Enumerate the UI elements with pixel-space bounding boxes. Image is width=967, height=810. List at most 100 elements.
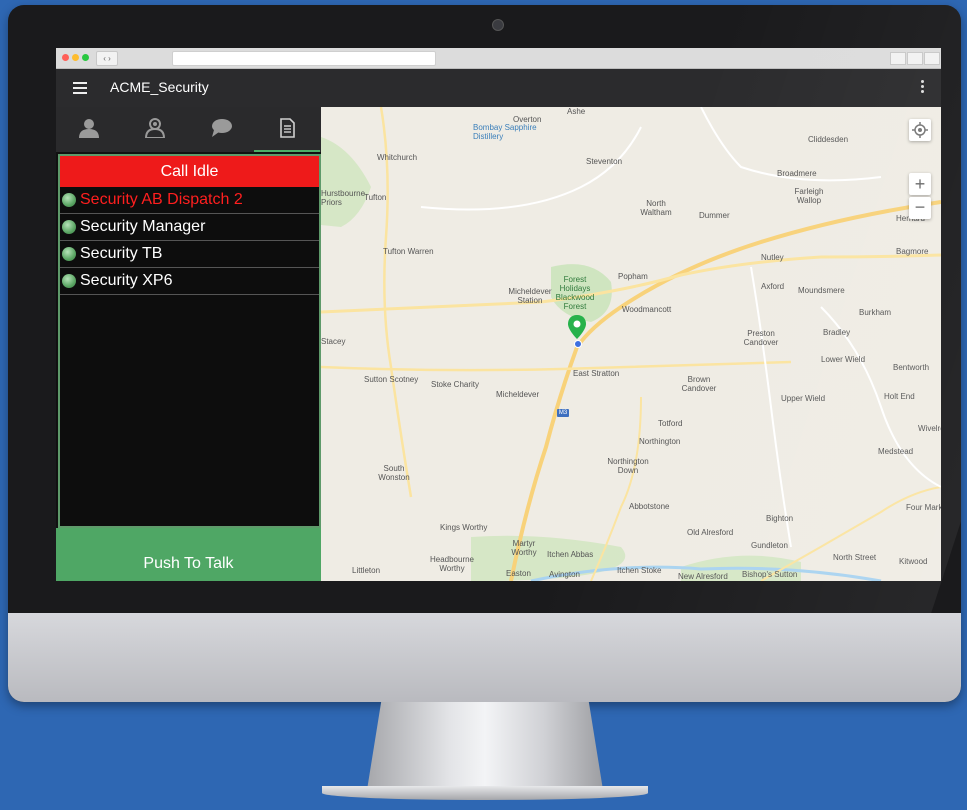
map-place-label: Micheldever Station [508,287,552,305]
map-place-label: Northington Down [607,457,649,475]
contact-name: Security Manager [80,218,206,235]
contact-item[interactable]: Security XP6 [60,268,319,295]
tab-messages[interactable] [188,107,254,150]
map-place-label: Dummer [699,211,730,220]
map-place-label: Sutton Scotney [364,375,419,384]
map-place-label: South Wonston [378,464,410,482]
contact-item[interactable]: Security AB Dispatch 2 [60,187,319,214]
tab-contacts[interactable] [56,107,122,150]
contact-name: Security XP6 [80,272,173,289]
status-led-icon [62,247,76,261]
map-place-label: Steventon [586,157,623,166]
tabs-icon[interactable] [907,52,923,65]
map-place-label: Bagmore [896,247,929,256]
map-place-label: Bishop's Sutton [742,570,798,579]
push-to-talk-button[interactable]: Push To Talk [56,528,321,581]
map-place-label: North Street [833,553,877,562]
map-place-label: Wivelrod [918,424,941,433]
map-place-label: Bighton [766,514,794,523]
map-place-label: North Waltham [640,199,672,217]
map-place-label: Popham [618,272,648,281]
call-status-banner: Call Idle [60,156,319,187]
share-icon[interactable] [890,52,906,65]
contact-name: Security AB Dispatch 2 [80,191,243,208]
map-place-label: Farleigh Wallop [794,187,824,205]
map-place-label: Moundsmere [798,286,845,295]
contact-list: Call Idle Security AB Dispatch 2 Securit… [58,154,321,528]
map-place-label: Kitwood [899,557,928,566]
document-icon [280,118,295,138]
map-view[interactable]: Overton Ashe Bombay Sapphire Distillery … [321,107,941,581]
map-place-label: Headbourne Worthy [429,555,475,573]
map-place-label: Axford [761,282,785,291]
map-place-label: Avington [549,570,580,579]
map-place-label: Broadmere [777,169,817,178]
map-place-label: Ashe [567,107,586,116]
map-place-label: Micheldever [496,390,540,399]
zoom-in-button[interactable]: + [909,173,931,195]
map-place-label: Bradley [823,328,851,337]
motorway-shield: M3 [557,409,569,417]
map-place-label: Old Alresford [687,528,734,537]
location-pin-icon[interactable] [568,315,586,339]
close-window-icon[interactable] [62,54,69,61]
tab-bar [56,107,321,152]
crosshair-icon [912,122,928,138]
map-place-label: East Stratton [573,369,620,378]
map-place-label: Abbotstone [629,502,670,511]
map-place-label: Gundleton [751,541,788,550]
status-led-icon [62,274,76,288]
browser-bar: ‹ › [56,48,941,69]
back-forward-icon[interactable]: ‹ › [96,51,118,66]
app-screen: ‹ › ACME_Security Call Idle Security AB … [56,48,941,581]
map-place-label: Brown Candover [681,375,717,393]
zoom-out-button[interactable]: − [909,197,931,219]
maximize-window-icon[interactable] [82,54,89,61]
map-place-label: Itchen Abbas [547,550,594,559]
map-place-label: Tufton Warren [383,247,434,256]
map-place-label: Martyr Worthy [511,539,537,557]
map-place-label: Kings Worthy [440,523,488,532]
map-place-label: Totford [658,419,683,428]
my-location-button[interactable] [909,119,931,141]
map-place-label: Stoke Charity [431,380,480,389]
left-panel: Call Idle Security AB Dispatch 2 Securit… [56,107,321,581]
map-place-label: Stacey [321,337,346,346]
tab-documents[interactable] [254,107,320,152]
map-place-label: Upper Wield [781,394,826,403]
map-place-label: Lower Wield [821,355,866,364]
hamburger-menu-icon[interactable] [73,82,87,94]
map-place-label: Tufton [364,193,387,202]
map-place-label: Nutley [761,253,784,262]
map-place-label: Holt End [884,392,915,401]
map-place-label: Burkham [859,308,892,317]
map-forest-label: Forest Holidays Blackwood Forest [555,275,595,311]
tab-groups[interactable] [122,107,188,150]
new-tab-icon[interactable] [924,52,940,65]
map-place-label: Four Marks [906,503,941,512]
person-icon [79,119,99,138]
map-place-label: New Alresford [678,572,728,581]
minimize-window-icon[interactable] [72,54,79,61]
contact-item[interactable]: Security Manager [60,214,319,241]
monitor-chin [8,613,961,702]
map-place-label: Preston Candover [743,329,779,347]
camera-dot [492,19,504,31]
map-place-label: Itchen Stoke [617,566,662,575]
chat-icon [212,119,232,137]
overflow-menu-icon[interactable] [921,80,925,96]
map-place-label: Easton [506,569,531,578]
contact-name: Security TB [80,245,163,262]
contact-item[interactable]: Security TB [60,241,319,268]
monitor-frame: ‹ › ACME_Security Call Idle Security AB … [8,5,961,702]
map-place-label: Cliddesden [808,135,849,144]
monitor-stand [367,702,603,790]
map-place-label: Littleton [352,566,381,575]
map-place-label: Hurstbourne Priors [321,189,366,207]
map-poi-label: Bombay Sapphire Distillery [473,123,537,141]
app-title: ACME_Security [110,79,209,95]
url-field[interactable] [172,51,436,66]
map-place-label: Bentworth [893,363,930,372]
map-place-label: Woodmancott [622,305,672,314]
group-icon [144,118,166,138]
